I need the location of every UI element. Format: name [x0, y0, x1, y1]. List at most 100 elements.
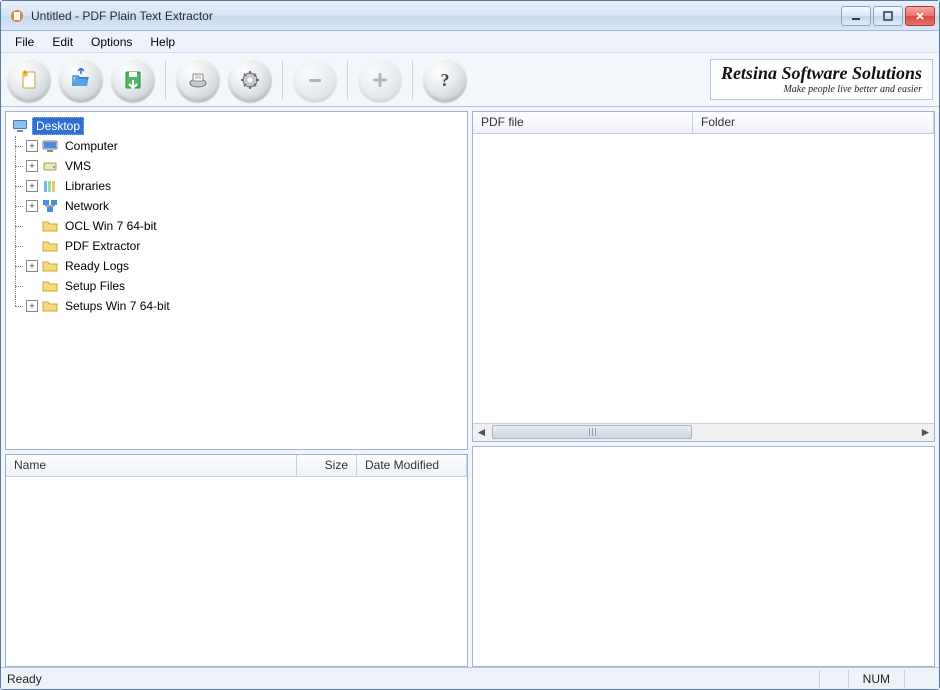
- tree-node[interactable]: + Network: [10, 196, 463, 216]
- scroll-track[interactable]: [490, 424, 917, 441]
- toolbar-separator: [165, 60, 166, 100]
- tree-node-label: Network: [62, 198, 112, 214]
- menu-bar: File Edit Options Help: [1, 31, 939, 53]
- menu-edit[interactable]: Edit: [44, 33, 81, 51]
- expander-icon[interactable]: +: [26, 140, 38, 152]
- file-list-header[interactable]: Name Size Date Modified: [6, 455, 467, 477]
- toolbar-separator: [282, 60, 283, 100]
- expander-spacer: [26, 240, 38, 252]
- expander-icon[interactable]: +: [26, 200, 38, 212]
- toolbar: ? Retsina Software Solutions Make people…: [1, 53, 939, 107]
- file-list-panel: Name Size Date Modified: [5, 454, 468, 667]
- toolbar-separator: [412, 60, 413, 100]
- title-bar[interactable]: Untitled - PDF Plain Text Extractor: [1, 1, 939, 31]
- tree-branch-line: [10, 256, 24, 276]
- tree-branch-line: [10, 176, 24, 196]
- tree-node-label: Ready Logs: [62, 258, 132, 274]
- help-button[interactable]: ?: [423, 58, 467, 102]
- tree-branch-line: [10, 196, 24, 216]
- col-folder[interactable]: Folder: [693, 112, 934, 133]
- col-date[interactable]: Date Modified: [357, 455, 467, 476]
- folder-icon: [42, 298, 58, 314]
- tree-branch-line: [10, 276, 24, 296]
- tree-node[interactable]: + Setups Win 7 64-bit: [10, 296, 463, 316]
- tree-node[interactable]: Setup Files: [10, 276, 463, 296]
- app-icon: [9, 8, 25, 24]
- right-pane: PDF file Folder ◄ ►: [472, 111, 935, 667]
- status-cell-empty-1: [819, 670, 848, 688]
- brand-tagline: Make people live better and easier: [721, 84, 922, 95]
- tree-node[interactable]: + Ready Logs: [10, 256, 463, 276]
- computer-icon: [42, 138, 58, 154]
- settings-button[interactable]: [228, 58, 272, 102]
- desktop-icon: [12, 118, 28, 134]
- close-button[interactable]: [905, 6, 935, 26]
- preview-panel: [472, 446, 935, 667]
- scan-button[interactable]: [176, 58, 220, 102]
- svg-text:?: ?: [441, 70, 450, 90]
- minimize-button[interactable]: [841, 6, 871, 26]
- window-title: Untitled - PDF Plain Text Extractor: [31, 9, 213, 23]
- left-pane: Desktop + Computer + VMS + Libraries + Network O…: [5, 111, 468, 667]
- col-name[interactable]: Name: [6, 455, 297, 476]
- expander-icon[interactable]: +: [26, 300, 38, 312]
- expander-icon[interactable]: +: [26, 160, 38, 172]
- tree-node[interactable]: OCL Win 7 64-bit: [10, 216, 463, 236]
- scroll-left-icon[interactable]: ◄: [473, 424, 490, 441]
- folder-icon: [42, 258, 58, 274]
- status-cell-empty-2: [904, 670, 933, 688]
- add-button[interactable]: [358, 58, 402, 102]
- menu-help[interactable]: Help: [142, 33, 183, 51]
- tree-node[interactable]: + Computer: [10, 136, 463, 156]
- tree-node-label: PDF Extractor: [62, 238, 143, 254]
- tree-node-label: Setup Files: [62, 278, 128, 294]
- tree-root-label: Desktop: [32, 117, 84, 135]
- status-indicator: NUM: [848, 670, 904, 688]
- tree-node-label: VMS: [62, 158, 94, 174]
- brand-banner: Retsina Software Solutions Make people l…: [710, 59, 933, 100]
- tree-node[interactable]: + Libraries: [10, 176, 463, 196]
- status-bar: Ready NUM: [1, 667, 939, 689]
- tree-branch-line: [10, 216, 24, 236]
- scroll-thumb[interactable]: [492, 425, 692, 439]
- col-pdf-file[interactable]: PDF file: [473, 112, 693, 133]
- folder-tree[interactable]: Desktop + Computer + VMS + Libraries + Network O…: [6, 112, 467, 449]
- open-folder-button[interactable]: [59, 58, 103, 102]
- expander-icon[interactable]: +: [26, 260, 38, 272]
- file-list-body[interactable]: [6, 477, 467, 666]
- toolbar-separator: [347, 60, 348, 100]
- col-size[interactable]: Size: [297, 455, 357, 476]
- app-window: Untitled - PDF Plain Text Extractor File…: [0, 0, 940, 690]
- tree-node[interactable]: + VMS: [10, 156, 463, 176]
- preview-body[interactable]: [473, 447, 934, 666]
- tree-node-label: Setups Win 7 64-bit: [62, 298, 173, 314]
- scroll-right-icon[interactable]: ►: [917, 424, 934, 441]
- maximize-button[interactable]: [873, 6, 903, 26]
- remove-button[interactable]: [293, 58, 337, 102]
- pdf-list-panel: PDF file Folder ◄ ►: [472, 111, 935, 442]
- tree-root[interactable]: Desktop: [10, 116, 463, 136]
- folder-icon: [42, 218, 58, 234]
- pdf-list-hscroll[interactable]: ◄ ►: [473, 423, 934, 441]
- expander-spacer: [26, 280, 38, 292]
- network-icon: [42, 198, 58, 214]
- content-area: Desktop + Computer + VMS + Libraries + Network O…: [1, 107, 939, 667]
- tree-node[interactable]: PDF Extractor: [10, 236, 463, 256]
- tree-branch-line: [10, 296, 24, 316]
- menu-options[interactable]: Options: [83, 33, 140, 51]
- menu-file[interactable]: File: [7, 33, 42, 51]
- save-button[interactable]: [111, 58, 155, 102]
- expander-spacer: [26, 220, 38, 232]
- tree-node-label: Computer: [62, 138, 121, 154]
- status-text: Ready: [7, 672, 42, 686]
- pdf-list-header[interactable]: PDF file Folder: [473, 112, 934, 134]
- folder-tree-panel: Desktop + Computer + VMS + Libraries + Network O…: [5, 111, 468, 450]
- pdf-list-body[interactable]: [473, 134, 934, 423]
- tree-node-label: Libraries: [62, 178, 114, 194]
- brand-name: Retsina Software Solutions: [721, 64, 922, 84]
- folder-icon: [42, 278, 58, 294]
- window-buttons: [841, 6, 935, 26]
- expander-icon[interactable]: +: [26, 180, 38, 192]
- tree-node-label: OCL Win 7 64-bit: [62, 218, 160, 234]
- new-document-button[interactable]: [7, 58, 51, 102]
